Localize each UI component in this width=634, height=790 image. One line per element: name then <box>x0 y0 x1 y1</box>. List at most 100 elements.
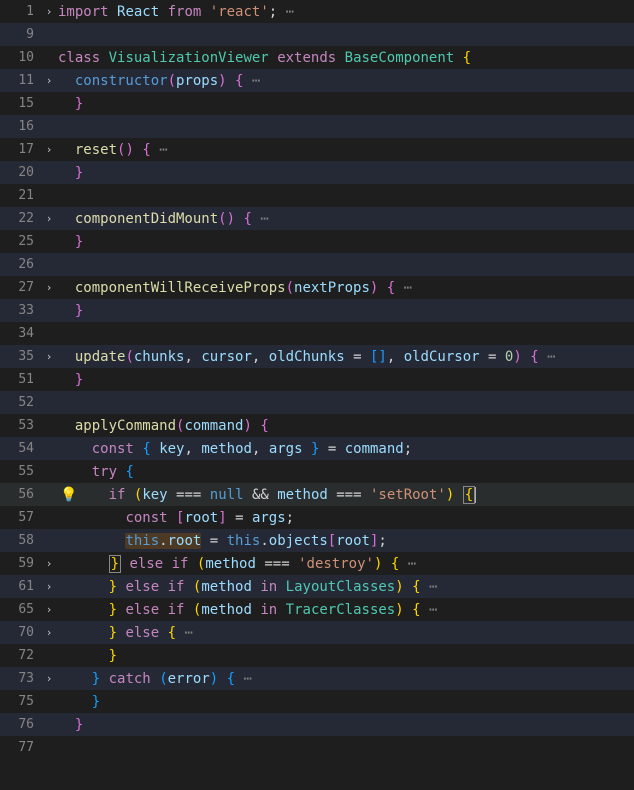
code-line[interactable]: 26 <box>0 253 634 276</box>
code-line[interactable]: 25 } <box>0 230 634 253</box>
code-line[interactable]: 55 try { <box>0 460 634 483</box>
code-line[interactable]: 20 } <box>0 161 634 184</box>
code-line[interactable]: 59 › } else if (method === 'destroy') { … <box>0 552 634 575</box>
code-line[interactable]: 11 › constructor(props) { ⋯ <box>0 69 634 92</box>
code-line[interactable]: 72 } <box>0 644 634 667</box>
code-content[interactable]: applyCommand(command) { <box>58 418 634 434</box>
code-content[interactable]: class VisualizationViewer extends BaseCo… <box>58 50 634 66</box>
code-content[interactable]: update(chunks, cursor, oldChunks = [], o… <box>58 349 634 365</box>
code-content[interactable]: } else if (method === 'destroy') { ⋯ <box>58 556 634 572</box>
code-line[interactable]: 17 › reset() { ⋯ <box>0 138 634 161</box>
line-number: 57 <box>0 510 40 525</box>
line-number: 20 <box>0 165 40 180</box>
code-line[interactable]: 10 class VisualizationViewer extends Bas… <box>0 46 634 69</box>
line-number: 61 <box>0 579 40 594</box>
code-line[interactable]: 34 <box>0 322 634 345</box>
line-number: 55 <box>0 464 40 479</box>
fold-icon[interactable]: › <box>40 626 58 639</box>
code-content[interactable]: } <box>58 372 634 388</box>
fold-icon[interactable]: › <box>40 672 58 685</box>
code-content[interactable]: } <box>58 303 634 319</box>
fold-icon[interactable]: › <box>40 350 58 363</box>
code-line[interactable]: 65 › } else if (method in TracerClasses)… <box>0 598 634 621</box>
line-number: 77 <box>0 740 40 755</box>
line-number: 52 <box>0 395 40 410</box>
code-line[interactable]: 54 const { key, method, args } = command… <box>0 437 634 460</box>
code-content[interactable]: } else { ⋯ <box>58 625 634 641</box>
code-line[interactable]: 51 } <box>0 368 634 391</box>
line-number: 58 <box>0 533 40 548</box>
code-line[interactable]: 76 } <box>0 713 634 736</box>
code-content[interactable]: reset() { ⋯ <box>58 142 634 158</box>
code-line[interactable]: 73 › } catch (error) { ⋯ <box>0 667 634 690</box>
fold-icon[interactable]: › <box>40 74 58 87</box>
code-line[interactable]: 61 › } else if (method in LayoutClasses)… <box>0 575 634 598</box>
code-line[interactable]: 58 this.root = this.objects[root]; <box>0 529 634 552</box>
code-content[interactable]: constructor(props) { ⋯ <box>58 73 634 89</box>
line-number: 70 <box>0 625 40 640</box>
code-editor[interactable]: 1 › import React from 'react'; ⋯ 9 10 cl… <box>0 0 634 759</box>
fold-icon[interactable]: › <box>40 580 58 593</box>
line-number: 34 <box>0 326 40 341</box>
line-number: 54 <box>0 441 40 456</box>
code-line[interactable]: 57 const [root] = args; <box>0 506 634 529</box>
code-line[interactable]: 70 › } else { ⋯ <box>0 621 634 644</box>
line-number: 65 <box>0 602 40 617</box>
line-number: 16 <box>0 119 40 134</box>
line-number: 9 <box>0 27 40 42</box>
code-content[interactable]: } <box>58 717 634 733</box>
code-content[interactable]: } catch (error) { ⋯ <box>58 671 634 687</box>
line-number: 59 <box>0 556 40 571</box>
fold-icon[interactable]: › <box>40 281 58 294</box>
code-line[interactable]: 75 } <box>0 690 634 713</box>
code-line[interactable]: 15 } <box>0 92 634 115</box>
line-number: 35 <box>0 349 40 364</box>
code-content[interactable]: this.root = this.objects[root]; <box>58 533 634 549</box>
line-number: 33 <box>0 303 40 318</box>
code-content[interactable]: } <box>58 96 634 112</box>
line-number: 1 <box>0 4 40 19</box>
code-line[interactable]: 21 <box>0 184 634 207</box>
code-line[interactable]: 1 › import React from 'react'; ⋯ <box>0 0 634 23</box>
line-number: 17 <box>0 142 40 157</box>
code-content[interactable]: } <box>58 648 634 664</box>
fold-icon[interactable]: › <box>40 143 58 156</box>
fold-icon[interactable]: › <box>40 212 58 225</box>
code-line[interactable]: 16 <box>0 115 634 138</box>
code-line[interactable]: 27 › componentWillReceiveProps(nextProps… <box>0 276 634 299</box>
fold-icon[interactable]: › <box>40 557 58 570</box>
code-content[interactable]: } else if (method in LayoutClasses) { ⋯ <box>58 579 634 595</box>
fold-icon[interactable]: › <box>40 5 58 18</box>
code-content[interactable]: } <box>58 694 634 710</box>
fold-icon[interactable]: › <box>40 603 58 616</box>
code-content[interactable]: componentDidMount() { ⋯ <box>58 211 634 227</box>
code-line[interactable]: 💡 56 if (key === null && method === 'set… <box>0 483 634 506</box>
code-line[interactable]: 52 <box>0 391 634 414</box>
code-content[interactable]: try { <box>58 464 634 480</box>
line-number: 51 <box>0 372 40 387</box>
code-content[interactable]: } <box>58 234 634 250</box>
code-content[interactable]: if (key === null && method === 'setRoot'… <box>58 487 634 503</box>
code-line[interactable]: 77 <box>0 736 634 759</box>
line-number: 15 <box>0 96 40 111</box>
line-number: 27 <box>0 280 40 295</box>
code-content[interactable]: componentWillReceiveProps(nextProps) { ⋯ <box>58 280 634 296</box>
line-number: 21 <box>0 188 40 203</box>
code-content[interactable]: } <box>58 165 634 181</box>
code-content[interactable]: const [root] = args; <box>58 510 634 526</box>
line-number: 56 <box>0 487 40 502</box>
line-number: 10 <box>0 50 40 65</box>
code-line[interactable]: 9 <box>0 23 634 46</box>
code-content[interactable]: const { key, method, args } = command; <box>58 441 634 457</box>
line-number: 25 <box>0 234 40 249</box>
line-number: 11 <box>0 73 40 88</box>
line-number: 22 <box>0 211 40 226</box>
code-line[interactable]: 22 › componentDidMount() { ⋯ <box>0 207 634 230</box>
code-line[interactable]: 33 } <box>0 299 634 322</box>
line-number: 53 <box>0 418 40 433</box>
code-line[interactable]: 53 applyCommand(command) { <box>0 414 634 437</box>
code-line[interactable]: 35 › update(chunks, cursor, oldChunks = … <box>0 345 634 368</box>
code-content[interactable]: import React from 'react'; ⋯ <box>58 4 634 20</box>
lightbulb-icon[interactable]: 💡 <box>60 487 77 503</box>
code-content[interactable]: } else if (method in TracerClasses) { ⋯ <box>58 602 634 618</box>
